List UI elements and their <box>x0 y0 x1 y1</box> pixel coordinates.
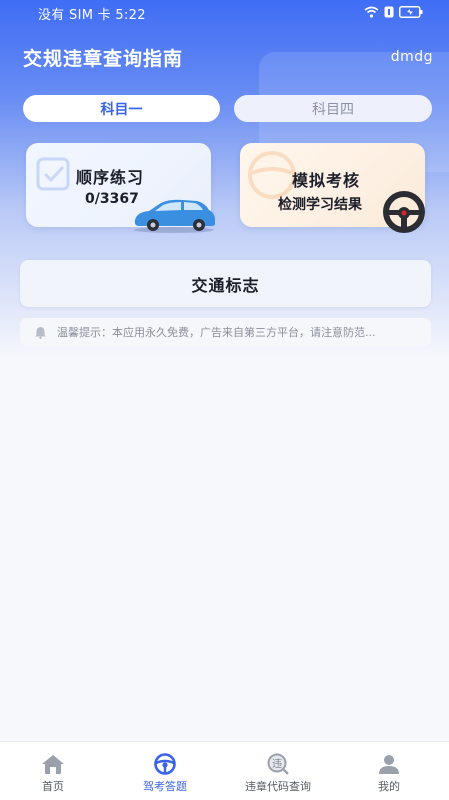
nav-exam-questions[interactable]: 驾考答题 <box>130 742 200 800</box>
notice-banner[interactable]: 温馨提示：本应用永久免费，广告来自第三方平台，请注意防范... <box>20 318 431 346</box>
bell-icon <box>35 326 46 339</box>
status-carrier-time: 没有 SIM 卡 5:22 <box>38 8 146 23</box>
status-icons <box>364 6 423 18</box>
sequential-practice-title: 顺序练习 <box>76 168 145 187</box>
nav-home-label: 首页 <box>42 780 64 793</box>
user-name[interactable]: dmdg <box>391 49 433 65</box>
mock-exam-subtitle: 检测学习结果 <box>278 197 362 213</box>
nav-exam-label: 驾考答题 <box>143 780 187 793</box>
violation-search-icon: 违 <box>267 753 289 775</box>
mock-exam-title: 模拟考核 <box>292 171 361 190</box>
status-bar: 没有 SIM 卡 5:22 <box>0 0 449 26</box>
home-icon <box>42 755 64 774</box>
traffic-signs-button[interactable]: 交通标志 <box>20 260 431 307</box>
mock-exam-card[interactable]: 模拟考核 检测学习结果 <box>240 143 425 233</box>
user-icon <box>379 755 399 774</box>
svg-text:违: 违 <box>272 758 282 770</box>
car-icon <box>134 199 215 233</box>
battery-saver-icon <box>384 6 394 18</box>
nav-violation-code[interactable]: 违 违章代码查询 <box>235 742 321 800</box>
nav-home[interactable]: 首页 <box>26 742 80 800</box>
notice-text: 温馨提示：本应用永久免费，广告来自第三方平台，请注意防范... <box>57 326 376 339</box>
nav-mine-label: 我的 <box>378 780 400 793</box>
bottom-nav: 首页 驾考答题 违 违章代码查询 我的 <box>0 741 449 800</box>
nav-mine[interactable]: 我的 <box>362 742 416 800</box>
tab-subject-one[interactable]: 科目一 <box>23 95 220 122</box>
page-title: 交规违章查询指南 <box>23 48 184 70</box>
sequential-practice-card[interactable]: 顺序练习 0/3367 <box>26 143 215 233</box>
checklist-decoration-icon <box>36 157 70 191</box>
battery-icon <box>399 6 423 18</box>
nav-code-label: 违章代码查询 <box>245 780 311 793</box>
tab-subject-four[interactable]: 科目四 <box>234 95 432 122</box>
steering-wheel-icon <box>383 191 425 233</box>
steering-wheel-icon <box>154 753 176 775</box>
wifi-icon <box>364 6 379 18</box>
